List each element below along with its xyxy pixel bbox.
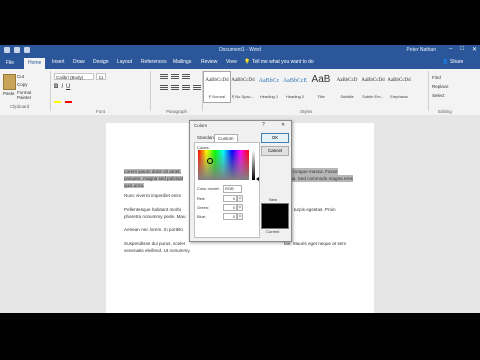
tab-home[interactable]: Home: [24, 58, 46, 69]
share-button[interactable]: Share: [450, 59, 463, 65]
red-spinner[interactable]: ⇕: [237, 195, 243, 202]
green-input[interactable]: 0: [223, 204, 237, 211]
bullets-icon[interactable]: [160, 74, 168, 80]
multilevel-list-icon[interactable]: [182, 74, 190, 80]
red-input[interactable]: 0: [223, 195, 237, 202]
dialog-title: Colors: [194, 123, 208, 128]
color-spectrum[interactable]: [198, 150, 249, 180]
align-center-icon[interactable]: [171, 85, 179, 91]
font-group-label: Font: [96, 109, 106, 114]
styles-group-label: Styles: [300, 109, 313, 114]
editing-group-label: Editing: [438, 109, 452, 114]
tab-custom[interactable]: Custom: [214, 134, 238, 142]
replace-button[interactable]: Replace: [432, 82, 449, 91]
clipboard-group-label: Clipboard: [10, 104, 30, 109]
crosshair-icon[interactable]: [207, 158, 213, 164]
style-title[interactable]: AaB Title: [308, 72, 334, 102]
maximize-button[interactable]: □: [460, 46, 464, 53]
green-spinner[interactable]: ⇕: [237, 204, 243, 211]
font-name-box[interactable]: Calibri (Body): [54, 73, 94, 80]
ribbon: Paste Cut Copy Format Painter Clipboard …: [0, 69, 480, 116]
current-color-label: Current: [266, 229, 280, 234]
tab-mailings[interactable]: Mailings: [173, 59, 191, 65]
luminance-arrow-icon[interactable]: [256, 177, 259, 181]
paragraph-group-label: Paragraph: [166, 109, 188, 114]
style-emphasis[interactable]: AaBbCcDd Emphasis: [386, 72, 412, 102]
align-left-icon[interactable]: [160, 85, 168, 91]
divider: [50, 71, 51, 111]
new-color-label: New: [269, 197, 278, 202]
tab-review[interactable]: Review: [201, 59, 217, 65]
custom-colors-panel: Colors: Color model: RGB Red: 0 ⇕ Green:…: [194, 142, 260, 238]
blue-input[interactable]: 0: [223, 213, 237, 220]
font-color-icon[interactable]: [65, 94, 72, 103]
paste-icon[interactable]: [3, 74, 16, 90]
tab-draw[interactable]: Draw: [73, 59, 85, 65]
style-no-spacing[interactable]: AaBbCcDd ¶ No Spac...: [230, 72, 256, 102]
format-painter-button[interactable]: Format Painter: [17, 90, 44, 100]
green-label: Green:: [197, 205, 210, 210]
select-button[interactable]: Select: [432, 91, 449, 100]
paragraph-5[interactable]: Suspendisse dui purus, sceler tae, Mauris…: [124, 240, 356, 254]
color-preview-swatch: [261, 203, 289, 229]
blue-label: Blue:: [197, 214, 207, 219]
highlight-color-icon[interactable]: [54, 94, 61, 103]
clipboard-group: Paste Cut Copy Format Painter Clipboard: [2, 72, 44, 110]
italic-button[interactable]: I: [61, 84, 63, 90]
copy-button[interactable]: Copy: [17, 82, 28, 87]
dialog-close-button[interactable]: ✕: [281, 122, 285, 128]
tab-view[interactable]: View: [226, 59, 237, 65]
tab-file[interactable]: File: [0, 57, 20, 69]
numbering-icon[interactable]: [171, 74, 179, 80]
style-subtitle[interactable]: AaBbCcD Subtitle: [334, 72, 360, 102]
style-heading-2[interactable]: AaBbCcE Heading 2: [282, 72, 308, 102]
align-right-icon[interactable]: [182, 85, 190, 91]
ribbon-tabs: File Home Insert Draw Design Layout Refe…: [0, 57, 480, 69]
title-bar: Document1 - Word Peter Nathan – □ ✕: [0, 45, 480, 57]
divider: [202, 71, 203, 111]
font-size-box[interactable]: 11: [96, 73, 106, 80]
minimize-button[interactable]: –: [449, 46, 452, 53]
ok-button[interactable]: OK: [261, 133, 289, 143]
cancel-button[interactable]: Cancel: [261, 146, 289, 156]
tell-me-box[interactable]: Tell me what you want to do: [252, 59, 314, 65]
style-subtle-emphasis[interactable]: AaBbCcDd Subtle Em...: [360, 72, 386, 102]
red-label: Red:: [197, 196, 206, 201]
underline-button[interactable]: U: [66, 84, 70, 90]
help-button[interactable]: ?: [262, 122, 265, 128]
justify-icon[interactable]: [193, 85, 201, 91]
find-button[interactable]: Find: [432, 73, 449, 82]
divider: [428, 71, 429, 111]
style-heading-1[interactable]: AaBbCc Heading 1: [256, 72, 282, 102]
close-button[interactable]: ✕: [472, 46, 477, 53]
tab-layout[interactable]: Layout: [117, 59, 132, 65]
tab-insert[interactable]: Insert: [52, 59, 65, 65]
divider: [150, 71, 151, 111]
blue-spinner[interactable]: ⇕: [237, 213, 243, 220]
editing-group: Find Replace Select: [432, 73, 449, 100]
lightbulb-icon: 💡: [244, 59, 251, 65]
luminance-slider[interactable]: [252, 150, 255, 180]
share-icon: 👤: [442, 59, 449, 65]
color-model-select[interactable]: RGB: [223, 185, 242, 193]
paste-label[interactable]: Paste: [3, 91, 15, 96]
style-normal[interactable]: AaBbCcDd ¶ Normal: [203, 71, 231, 103]
cut-button[interactable]: Cut: [17, 74, 24, 79]
tab-references[interactable]: References: [141, 59, 167, 65]
bold-button[interactable]: B: [54, 84, 58, 90]
color-model-label: Color model:: [197, 186, 220, 191]
tab-design[interactable]: Design: [93, 59, 109, 65]
colors-dialog: Colors ? ✕ Standard Custom Colors: Color…: [189, 120, 292, 242]
styles-gallery: AaBbCcDd ¶ Normal AaBbCcDd ¶ No Spac... Aa…: [203, 71, 412, 103]
user-name[interactable]: Peter Nathan: [407, 47, 436, 53]
